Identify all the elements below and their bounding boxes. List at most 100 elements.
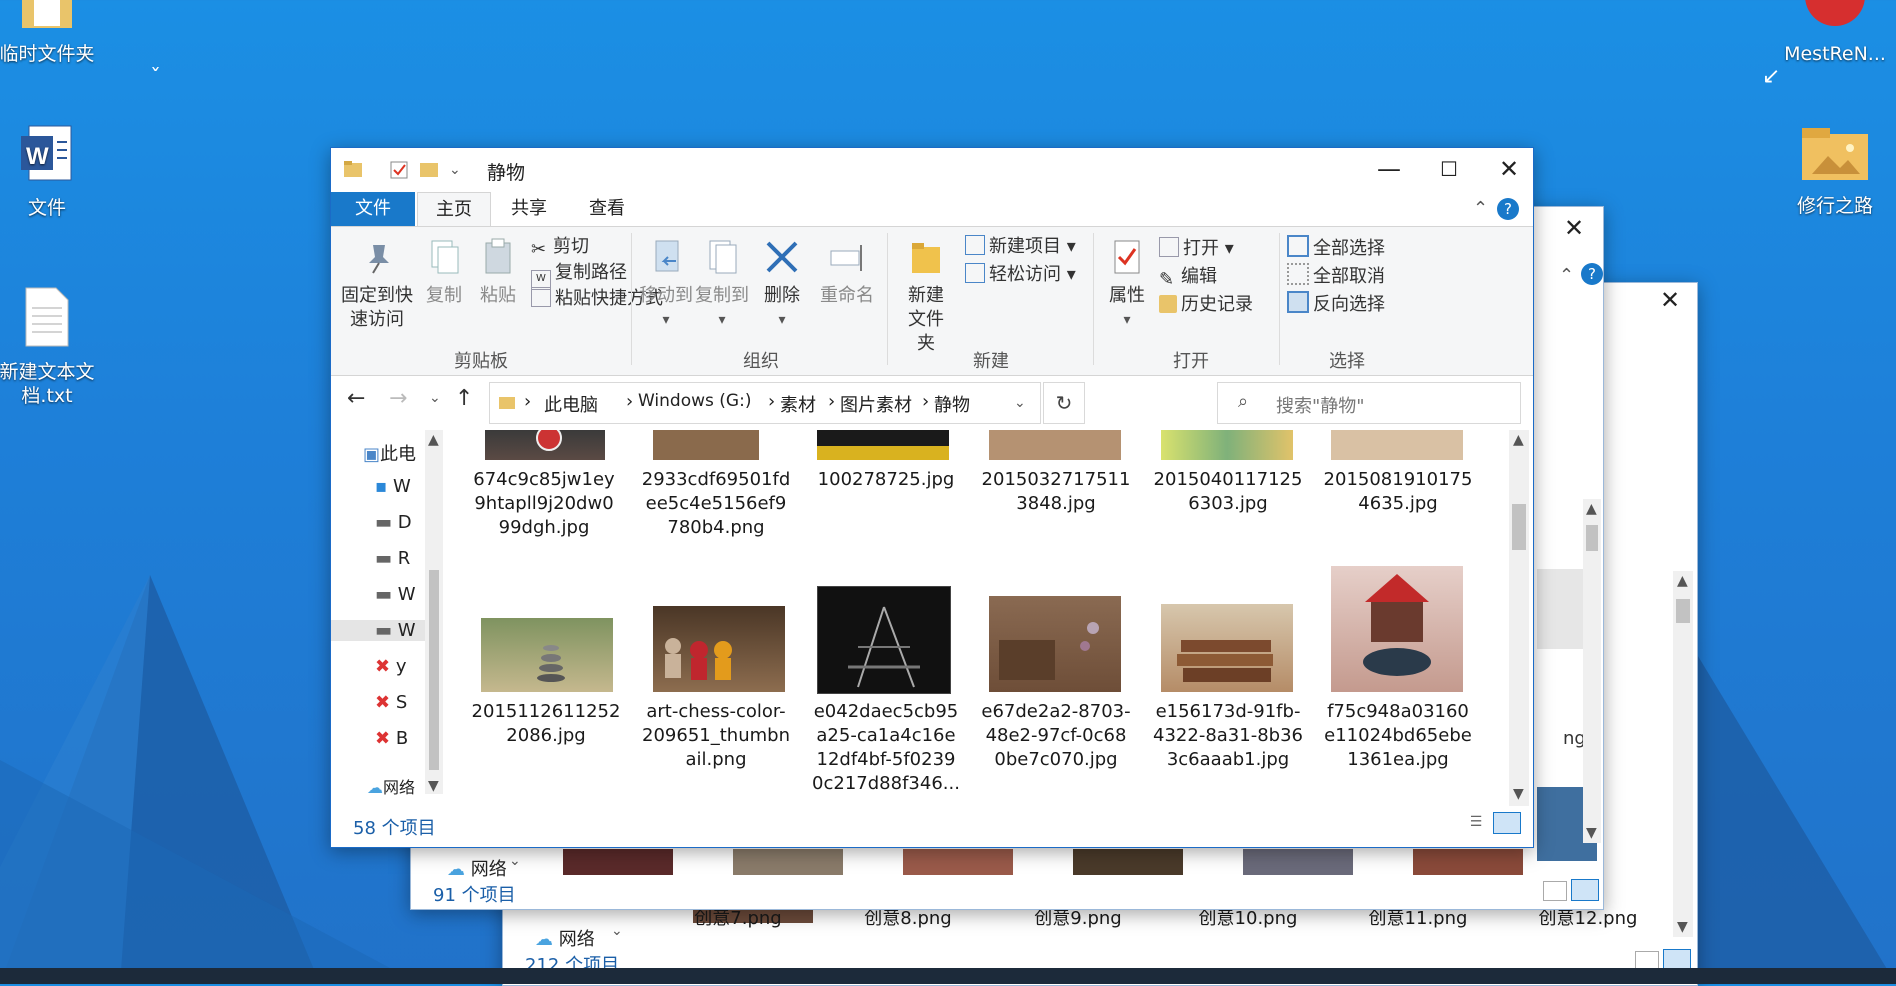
- scroll-thumb[interactable]: [1676, 599, 1690, 623]
- chevron-up-icon[interactable]: ⌃: [1559, 265, 1574, 286]
- explorer-window[interactable]: ⌄ 静物 — ☐ ✕ 文件 主页 共享 查看 ⌃ ? 固定到快速访问 复制 粘贴…: [330, 147, 1534, 848]
- nav-drive-w2[interactable]: ▬ W: [375, 584, 416, 605]
- scroll-up-arrow[interactable]: ▲: [1586, 501, 1597, 517]
- recent-locations-icon[interactable]: ⌄: [429, 390, 441, 406]
- desktop-icon-folder-xiuxing[interactable]: 修行之路: [1780, 124, 1890, 218]
- file-name[interactable]: e156173d-91fb-4322-8a31-8b363c6aaab1.jpg: [1153, 700, 1303, 772]
- large-icons-view-icon[interactable]: [1571, 879, 1599, 901]
- file-name[interactable]: f75c948a03160e11024bd65ebe1361ea.jpg: [1323, 700, 1473, 772]
- help-icon[interactable]: ?: [1581, 263, 1603, 285]
- scroll-down-arrow[interactable]: ▼: [428, 778, 439, 794]
- nav-this-pc[interactable]: ▣此电: [363, 440, 416, 466]
- paste-button[interactable]: 粘贴: [471, 237, 525, 308]
- desktop-icon-mestrenova[interactable]: MestReN...: [1780, 0, 1890, 66]
- collapse-ribbon-icon[interactable]: ⌃: [1473, 198, 1488, 219]
- customize-quick-access-icon[interactable]: ⌄: [449, 162, 461, 178]
- properties-quick-icon[interactable]: [389, 160, 409, 180]
- breadcrumb-this-pc[interactable]: 此电脑: [544, 391, 598, 417]
- close-button[interactable]: ✕: [1479, 148, 1533, 190]
- scroll-up-arrow[interactable]: ▲: [1677, 573, 1688, 589]
- details-view-icon[interactable]: [1543, 881, 1567, 901]
- copy-button[interactable]: 复制: [417, 237, 471, 308]
- file-name[interactable]: 20150401171256303.jpg: [1153, 468, 1303, 516]
- delete-button[interactable]: 删除 ▾: [753, 237, 811, 332]
- scroll-thumb[interactable]: [429, 570, 439, 770]
- breadcrumb-image-sucai[interactable]: 图片素材: [840, 391, 912, 417]
- up-arrow-icon[interactable]: ↑: [455, 386, 473, 411]
- breadcrumb-sucai[interactable]: 素材: [780, 391, 816, 417]
- file-name[interactable]: 20150819101754635.jpg: [1323, 468, 1473, 516]
- breadcrumb-jingwu[interactable]: 静物: [934, 391, 970, 417]
- file-name[interactable]: e67de2a2-8703-48e2-97cf-0c680be7c070.jpg: [981, 700, 1131, 772]
- desktop-icon-temp-folder[interactable]: 临时文件夹: [0, 0, 102, 66]
- file-name[interactable]: e042daec5cb95a25-ca1a4c16e12df4bf-5f0239…: [811, 700, 961, 796]
- back-arrow-icon[interactable]: ←: [347, 386, 365, 411]
- copy-to-button[interactable]: 复制到 ▾: [693, 237, 751, 332]
- close-button[interactable]: ✕: [1645, 283, 1695, 321]
- nav-net-drive-b[interactable]: ✖ B: [375, 728, 408, 749]
- invert-selection-button[interactable]: 反向选择: [1287, 291, 1385, 317]
- breadcrumb-drive[interactable]: Windows (G:): [638, 391, 751, 411]
- search-input[interactable]: ⌕ 搜索"静物": [1217, 382, 1521, 424]
- minimize-button[interactable]: —: [1359, 148, 1419, 190]
- nav-scrollbar[interactable]: ▲ ▼: [425, 430, 443, 794]
- vertical-scrollbar[interactable]: ▲ ▼: [1509, 430, 1529, 806]
- nav-net-drive-y[interactable]: ✖ y: [375, 656, 406, 677]
- nav-network[interactable]: ☁ 网络: [447, 855, 507, 881]
- title-bar[interactable]: ⌄ 静物 — ☐ ✕: [331, 148, 1533, 192]
- nav-drive-d[interactable]: ▬ D: [375, 512, 412, 533]
- scroll-thumb[interactable]: [1512, 504, 1526, 550]
- nav-network[interactable]: ☁网络: [367, 774, 415, 798]
- file-name[interactable]: 2933cdf69501fdee5c4e5156ef9780b4.png: [641, 468, 791, 540]
- new-folder-quick-icon[interactable]: [419, 160, 439, 178]
- easy-access-button[interactable]: 轻松访问 ▾: [965, 263, 1076, 287]
- history-button[interactable]: 历史记录: [1159, 293, 1253, 317]
- scroll-down-arrow[interactable]: ▼: [1586, 825, 1597, 841]
- scroll-up-arrow[interactable]: ▲: [1513, 432, 1524, 448]
- vertical-scrollbar[interactable]: ▲ ▼: [1583, 499, 1601, 843]
- vertical-scrollbar[interactable]: ▲ ▼: [1673, 571, 1693, 937]
- scroll-down-arrow[interactable]: ▼: [1513, 786, 1524, 802]
- tab-file[interactable]: 文件: [331, 192, 415, 226]
- refresh-button[interactable]: ↻: [1043, 382, 1085, 424]
- new-folder-button[interactable]: 新建文件夹: [893, 237, 959, 356]
- nav-net-drive-s[interactable]: ✖ S: [375, 692, 407, 713]
- nav-drive-r[interactable]: ▬ R: [375, 548, 410, 569]
- large-icons-view-icon[interactable]: [1493, 812, 1521, 834]
- select-none-button[interactable]: 全部取消: [1287, 263, 1385, 289]
- tab-home[interactable]: 主页: [417, 192, 491, 227]
- help-icon[interactable]: ?: [1497, 198, 1519, 220]
- cut-button[interactable]: ✂ 剪切: [531, 235, 589, 260]
- file-name[interactable]: 100278725.jpg: [811, 468, 961, 492]
- copy-path-button[interactable]: W 复制路径: [531, 261, 627, 290]
- close-button[interactable]: ✕: [1549, 207, 1599, 249]
- details-view-icon[interactable]: ☰: [1465, 814, 1487, 832]
- forward-arrow-icon[interactable]: →: [389, 386, 407, 411]
- navigation-pane[interactable]: ▣此电 ▪ W ▬ D ▬ R ▬ W ▬ W ✖ y ✖ S ✖ B ☁网络 …: [331, 430, 445, 806]
- file-name[interactable]: 674c9c85jw1ey9htapll9j20dw099dgh.jpg: [469, 468, 619, 540]
- desktop-icon-word-doc[interactable]: W 文件: [0, 124, 102, 220]
- chevron-down-icon[interactable]: ⌄: [509, 853, 521, 869]
- scroll-thumb[interactable]: [1586, 525, 1598, 551]
- open-button[interactable]: 打开 ▾: [1159, 237, 1234, 261]
- desktop-icon-text-file[interactable]: 新建文本文档.txt: [0, 286, 102, 408]
- scroll-up-arrow[interactable]: ▲: [428, 432, 439, 448]
- nav-drive-w[interactable]: ▪ W: [375, 476, 411, 497]
- maximize-button[interactable]: ☐: [1419, 148, 1479, 190]
- file-name[interactable]: 20151126112522086.jpg: [471, 700, 621, 748]
- file-name[interactable]: 20150327175113848.jpg: [981, 468, 1131, 516]
- nav-network[interactable]: ☁ 网络: [535, 925, 595, 951]
- rename-button[interactable]: 重命名: [815, 237, 879, 308]
- tab-share[interactable]: 共享: [493, 192, 565, 226]
- edit-button[interactable]: ✎ 编辑: [1159, 265, 1217, 290]
- chevron-down-icon[interactable]: ⌄: [611, 923, 623, 939]
- file-name[interactable]: art-chess-color-209651_thumbnail.png: [641, 700, 791, 772]
- address-bar[interactable]: › 此电脑 › Windows (G:) › 素材 › 图片素材 › 静物 ⌄: [489, 382, 1041, 424]
- pin-quick-access-button[interactable]: 固定到快速访问: [337, 237, 417, 332]
- move-to-button[interactable]: 移动到 ▾: [637, 237, 695, 332]
- select-all-button[interactable]: 全部选择: [1287, 235, 1385, 261]
- properties-button[interactable]: 属性 ▾: [1099, 237, 1155, 332]
- tab-view[interactable]: 查看: [571, 192, 643, 226]
- new-item-button[interactable]: 新建项目 ▾: [965, 235, 1076, 259]
- scroll-down-arrow[interactable]: ▼: [1677, 919, 1688, 935]
